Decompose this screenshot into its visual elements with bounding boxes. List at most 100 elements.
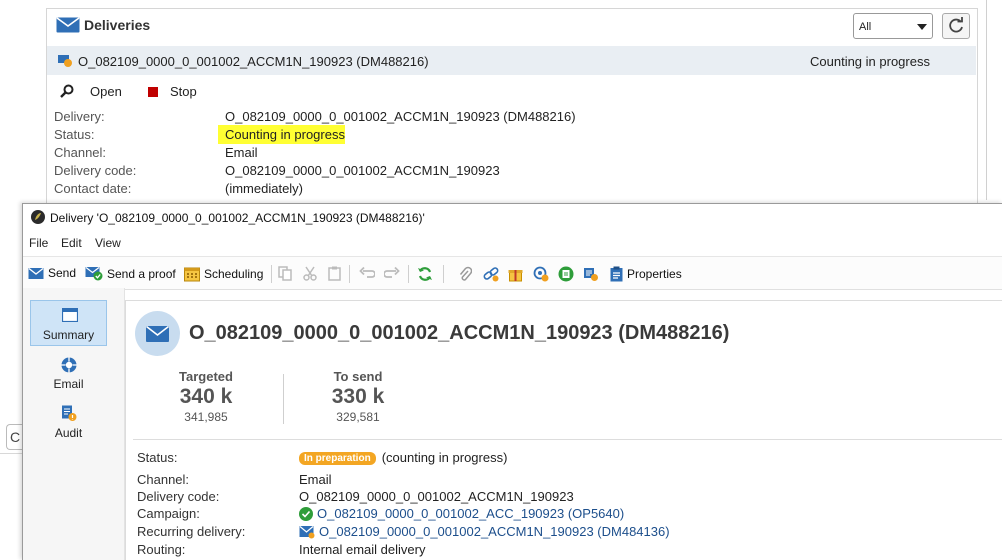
detail-label-code: Delivery code: <box>54 163 137 178</box>
clipboard-icon <box>610 266 623 282</box>
recurring-delivery-label: Recurring delivery: <box>137 524 246 539</box>
send-icon <box>28 267 44 279</box>
dialog-title: Delivery 'O_082109_0000_0_001002_ACCM1N_… <box>50 211 425 225</box>
kpi-to-send-label: To send <box>333 369 383 384</box>
summary-divider <box>133 439 1002 440</box>
cut-button[interactable] <box>303 266 317 281</box>
channel-label: Channel: <box>137 472 190 487</box>
kpi-divider <box>283 374 284 424</box>
kpi-to-send-exact: 329,581 <box>336 410 380 424</box>
campaign-value: O_082109_0000_0_001002_ACC_190923 (OP564… <box>299 506 624 521</box>
open-button[interactable]: Open <box>90 84 122 99</box>
refresh-button[interactable] <box>942 13 970 39</box>
background-left-divider <box>0 453 22 454</box>
envelope-icon <box>146 325 169 342</box>
scissors-icon <box>303 266 317 281</box>
scheduling-label: Scheduling <box>204 267 264 281</box>
targeting-button[interactable] <box>533 266 549 282</box>
properties-label: Properties <box>627 267 682 281</box>
properties-button[interactable]: Properties <box>610 266 682 282</box>
toolbar: Send Send a proof Scheduling Properties <box>23 256 1002 290</box>
detail-value-code: O_082109_0000_0_001002_ACCM1N_190923 <box>225 163 500 178</box>
detail-value-delivery: O_082109_0000_0_001002_ACCM1N_190923 (DM… <box>225 109 576 124</box>
link-icon <box>483 267 499 282</box>
sidebar-item-email[interactable]: Email <box>30 350 107 396</box>
refresh-green-icon <box>418 267 432 281</box>
menu-file[interactable]: File <box>29 236 48 250</box>
menu-edit[interactable]: Edit <box>61 236 82 250</box>
kpi-targeted: Targeted 340 k 341,985 <box>161 369 251 424</box>
sidebar-item-summary-label: Summary <box>42 328 95 342</box>
kpi-targeted-value: 340 k <box>179 385 233 408</box>
recurring-delivery-icon <box>299 525 315 538</box>
detail-value-channel: Email <box>225 145 258 160</box>
refresh-dialog-button[interactable] <box>417 266 433 282</box>
copy-icon <box>278 266 292 281</box>
dialog-titlebar[interactable]: Delivery 'O_082109_0000_0_001002_ACCM1N_… <box>23 204 1002 231</box>
menu-view[interactable]: View <box>95 236 121 250</box>
channel-value: Email <box>299 472 332 487</box>
deliveries-icon <box>56 16 80 37</box>
gift-icon <box>508 270 523 282</box>
toolbar-separator <box>349 265 350 283</box>
status-badge: In preparation <box>299 452 376 465</box>
detail-label-status: Status: <box>54 127 95 142</box>
filter-select-value: All <box>859 21 872 33</box>
redo-button[interactable] <box>384 266 400 280</box>
send-proof-icon <box>85 267 103 281</box>
link-button[interactable] <box>483 266 499 282</box>
sidebar-item-summary[interactable]: Summary <box>30 300 107 346</box>
delivery-status-icon <box>57 52 73 71</box>
campaign-check-icon <box>299 506 313 521</box>
recurring-delivery-link[interactable]: O_082109_0000_0_001002_ACCM1N_190923 (DM… <box>319 524 670 539</box>
detail-value-status: Counting in progress <box>218 125 345 144</box>
detail-label-contact-date: Contact date: <box>54 181 132 196</box>
sidebar-item-email-label: Email <box>53 377 84 391</box>
send-proof-label: Send a proof <box>107 266 176 281</box>
paste-button[interactable] <box>328 266 341 281</box>
send-button[interactable]: Send <box>28 266 76 280</box>
undo-icon <box>359 266 375 278</box>
refresh-icon <box>949 17 963 33</box>
delivery-code-value: O_082109_0000_0_001002_ACCM1N_190923 <box>299 489 574 504</box>
audit-icon <box>61 405 77 425</box>
email-icon <box>61 357 77 376</box>
delivery-avatar <box>135 311 180 356</box>
summary-icon <box>61 307 79 325</box>
delivery-code-label: Delivery code: <box>137 489 220 504</box>
background-divider <box>986 0 987 200</box>
attachment-button[interactable] <box>458 266 472 282</box>
redo-icon <box>384 266 400 278</box>
gift-button[interactable] <box>508 266 523 282</box>
targeting-icon <box>533 266 549 282</box>
send-proof-button[interactable]: Send a proof <box>85 266 176 281</box>
status-value: In preparation (counting in progress) <box>299 450 507 465</box>
stop-icon <box>148 87 158 97</box>
stop-button[interactable]: Stop <box>170 84 197 99</box>
copy-button[interactable] <box>278 266 292 281</box>
status-text: (counting in progress) <box>381 450 508 465</box>
detail-label-channel: Channel: <box>54 145 107 160</box>
delivery-row-status: Counting in progress <box>810 54 930 69</box>
dialog-sidebar: Summary Email Audit <box>23 288 125 560</box>
toolbar-separator <box>271 265 272 283</box>
preview-button[interactable] <box>583 266 599 282</box>
kpi-to-send-value: 330 k <box>331 385 385 408</box>
sidebar-item-audit[interactable]: Audit <box>30 399 107 445</box>
campaign-label: Campaign: <box>137 506 200 521</box>
sidebar-item-audit-label: Audit <box>54 426 83 440</box>
send-label: Send <box>48 266 77 280</box>
delivery-dialog: Delivery 'O_082109_0000_0_001002_ACCM1N_… <box>22 203 1002 560</box>
panel-title: Deliveries <box>84 17 151 33</box>
background-left-button[interactable]: C <box>6 424 23 450</box>
paste-icon <box>328 266 341 281</box>
toolbar-separator <box>408 265 409 283</box>
filter-select[interactable]: All <box>853 13 933 39</box>
open-icon <box>60 84 74 101</box>
validation-button[interactable] <box>558 266 574 282</box>
toolbar-separator <box>443 265 444 283</box>
scheduling-button[interactable]: Scheduling <box>184 266 263 282</box>
routing-value: Internal email delivery <box>299 542 426 557</box>
undo-button[interactable] <box>359 266 375 280</box>
campaign-link[interactable]: O_082109_0000_0_001002_ACC_190923 (OP564… <box>317 506 624 521</box>
